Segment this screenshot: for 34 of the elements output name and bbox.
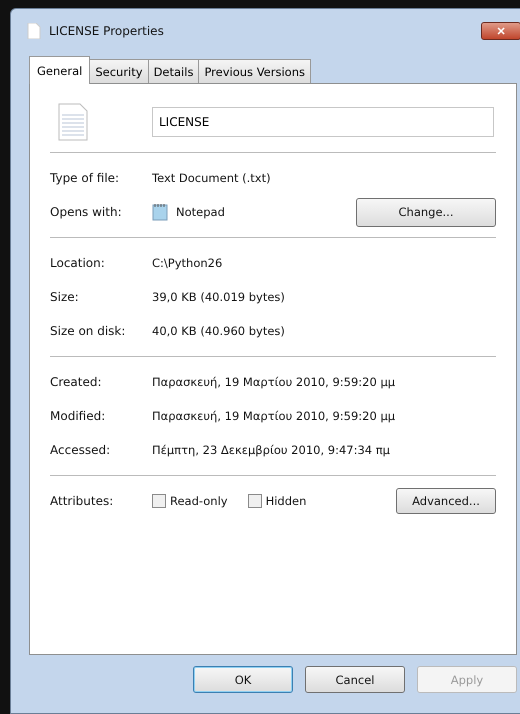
field-label: Created: [50, 375, 103, 389]
field-value: Παρασκευή, 19 Μαρτίου 2010, 9:59:20 μμ [152, 375, 396, 389]
checkbox[interactable] [152, 494, 166, 508]
field-label: Size: [50, 290, 80, 304]
checkbox-label: Read-only [170, 494, 228, 508]
field-label: Size on disk: [50, 324, 126, 338]
field-label: Attributes: [50, 494, 114, 508]
document-icon [27, 23, 41, 39]
window-title: LICENSE Properties [49, 24, 164, 38]
dialog-button[interactable]: Cancel [305, 666, 405, 693]
field-label: Accessed: [50, 443, 112, 457]
field-value: Πέμπτη, 23 Δεκεμβρίου 2010, 9:47:34 πμ [152, 443, 390, 457]
checkbox[interactable] [248, 494, 262, 508]
change-button[interactable]: Change... [356, 198, 496, 226]
field-label: Opens with: [50, 205, 123, 219]
tab[interactable]: Details [148, 59, 200, 83]
file-name-field[interactable]: LICENSE [152, 107, 494, 137]
field-value: 40,0 KB (40.960 bytes) [152, 324, 285, 338]
field-value: Notepad [176, 205, 226, 219]
notepad-icon [152, 203, 168, 221]
checkbox-label: Hidden [266, 494, 306, 508]
tab[interactable]: General [29, 56, 90, 84]
text-file-icon [58, 103, 88, 141]
field-value: 39,0 KB (40.019 bytes) [152, 290, 285, 304]
dialog-button[interactable]: OK [193, 666, 293, 693]
field-value: Text Document (.txt) [152, 171, 271, 185]
tab[interactable]: Previous Versions [198, 59, 311, 83]
field-value: Παρασκευή, 19 Μαρτίου 2010, 9:59:20 μμ [152, 409, 396, 423]
field-value: C:\Python26 [152, 256, 222, 270]
field-label: Type of file: [50, 171, 120, 185]
field-label: Modified: [50, 409, 106, 423]
tab[interactable]: Security [89, 59, 149, 83]
advanced-button[interactable]: Advanced... [396, 488, 496, 514]
field-label: Location: [50, 256, 106, 270]
